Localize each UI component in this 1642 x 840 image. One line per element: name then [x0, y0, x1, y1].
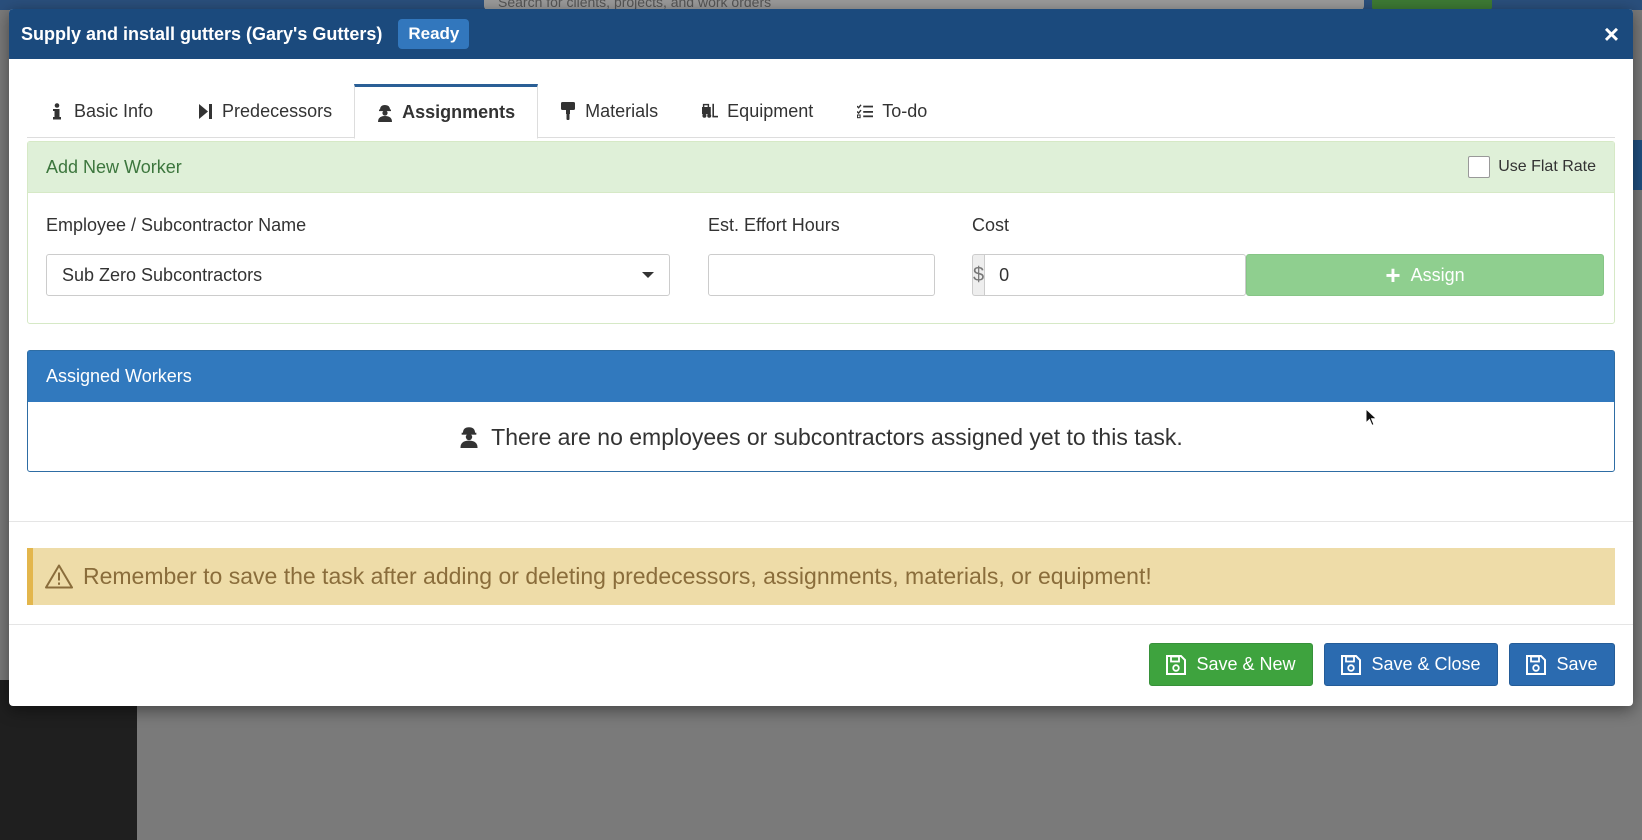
worker-icon — [377, 104, 393, 122]
assign-button[interactable]: + Assign — [1246, 254, 1604, 296]
info-icon — [49, 102, 65, 120]
effort-hours-input[interactable] — [708, 254, 935, 296]
flat-rate-label: Use Flat Rate — [1498, 158, 1596, 175]
warning-icon — [45, 564, 73, 589]
tab-label: To-do — [882, 100, 928, 121]
task-modal: Supply and install gutters (Gary's Gutte… — [9, 9, 1633, 706]
background-panel-edge — [1632, 140, 1642, 190]
status-badge: Ready — [398, 19, 470, 49]
tab-label: Assignments — [402, 102, 516, 122]
tab-predecessors[interactable]: Predecessors — [175, 84, 354, 138]
floppy-disk-icon — [1341, 654, 1362, 675]
save-button[interactable]: Save — [1509, 643, 1615, 686]
flat-rate-toggle[interactable]: Use Flat Rate — [1468, 156, 1596, 178]
floppy-disk-icon — [1526, 654, 1547, 675]
chevron-down-icon — [642, 272, 654, 278]
tab-label: Materials — [585, 100, 659, 121]
save-and-new-label: Save & New — [1196, 654, 1296, 674]
cost-input[interactable] — [984, 254, 1247, 296]
add-worker-header: Add New Worker Use Flat Rate — [28, 142, 1614, 193]
save-and-new-button[interactable]: Save & New — [1149, 643, 1313, 686]
divider — [9, 521, 1633, 522]
hours-label: Est. Effort Hours — [708, 215, 840, 235]
close-button[interactable]: × — [1604, 21, 1621, 47]
dollar-icon: $ — [972, 254, 985, 296]
checklist-icon — [857, 102, 874, 120]
tab-label: Predecessors — [222, 100, 333, 121]
tab-basic-info[interactable]: Basic Info — [27, 84, 175, 138]
tab-assignments[interactable]: Assignments — [354, 84, 539, 139]
cost-label: Cost — [972, 215, 1010, 235]
tab-materials[interactable]: Materials — [538, 84, 680, 138]
employee-selected-value: Sub Zero Subcontractors — [62, 264, 263, 285]
warning-text: Remember to save the task after adding o… — [83, 563, 1152, 589]
plus-icon: + — [1385, 260, 1401, 290]
tab-to-do[interactable]: To-do — [835, 84, 949, 138]
paint-roller-icon — [560, 102, 576, 120]
employee-label: Employee / Subcontractor Name — [46, 215, 307, 235]
floppy-disk-icon — [1166, 654, 1187, 675]
save-and-close-button[interactable]: Save & Close — [1324, 643, 1498, 686]
step-forward-icon — [197, 102, 213, 120]
add-worker-title: Add New Worker — [46, 156, 182, 177]
tab-label: Basic Info — [74, 100, 154, 121]
empty-message-text: There are no employees or subcontractors… — [491, 423, 1183, 450]
flat-rate-checkbox[interactable] — [1468, 156, 1491, 178]
tab-equipment[interactable]: Equipment — [680, 84, 835, 138]
save-reminder-alert: Remember to save the task after adding o… — [27, 548, 1615, 605]
save-and-close-label: Save & Close — [1371, 654, 1481, 674]
modal-title: Supply and install gutters (Gary's Gutte… — [21, 23, 383, 44]
assigned-workers-header: Assigned Workers — [28, 351, 1614, 402]
forklift-icon — [702, 102, 719, 120]
tab-bar: Basic Info Predecessors Assignments Mate… — [27, 75, 1615, 139]
employee-select[interactable]: Sub Zero Subcontractors — [46, 254, 670, 296]
divider — [9, 624, 1633, 625]
tab-label: Equipment — [727, 100, 814, 121]
save-label: Save — [1556, 654, 1598, 674]
modal-header: Supply and install gutters (Gary's Gutte… — [9, 9, 1633, 59]
cost-input-group: $ — [972, 254, 1247, 296]
worker-icon — [459, 426, 479, 448]
assign-label: Assign — [1410, 264, 1465, 285]
add-worker-panel: Add New Worker Use Flat Rate Employee / … — [27, 141, 1615, 324]
